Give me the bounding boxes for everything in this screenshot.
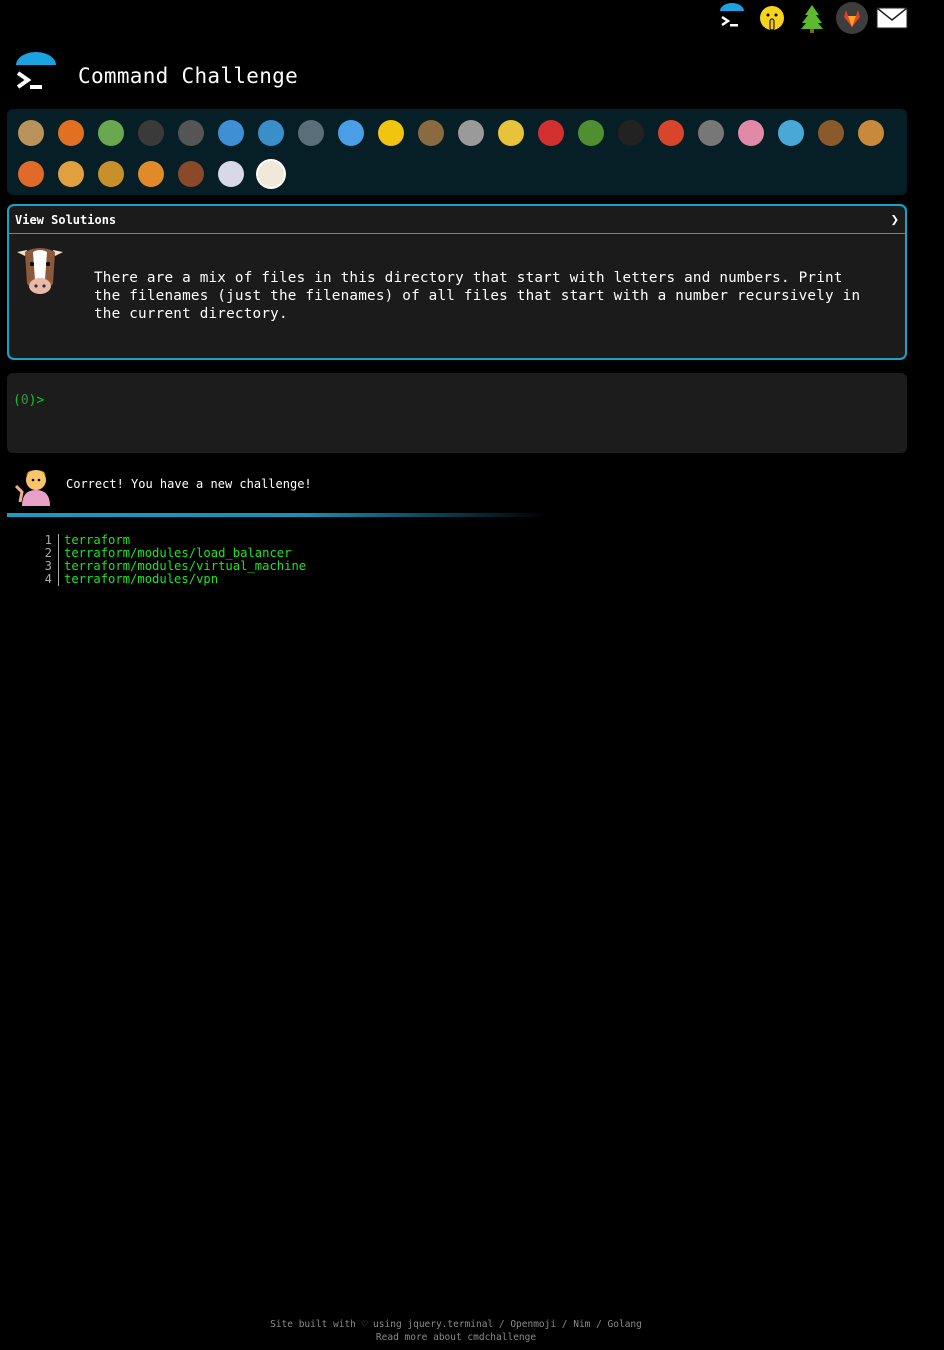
scorpion-icon-glyph — [658, 120, 684, 146]
gitlab-icon[interactable] — [836, 2, 868, 34]
bee-icon[interactable] — [491, 113, 531, 153]
line-text: terraform/modules/vpn — [64, 572, 219, 586]
header: Command Challenge — [12, 46, 298, 106]
blowfish-icon-glyph — [418, 120, 444, 146]
unicorn-icon-glyph — [218, 161, 244, 187]
progress-bar — [7, 513, 547, 517]
fish-icon-glyph — [338, 120, 364, 146]
tropical-fish-icon-glyph — [378, 120, 404, 146]
top-nav — [716, 0, 908, 36]
fly-icon-glyph — [698, 120, 724, 146]
unicorn-icon[interactable] — [211, 154, 251, 194]
spider-icon-glyph — [618, 120, 644, 146]
microbe-icon-glyph — [778, 120, 804, 146]
footer: Site built with ♡ using jquery.terminal … — [0, 1318, 912, 1344]
snail-icon[interactable] — [11, 113, 51, 153]
tree-icon[interactable] — [796, 2, 828, 34]
challenge-animal-strip — [7, 109, 907, 195]
line-number: 4 — [34, 573, 59, 586]
microbe-icon[interactable] — [771, 113, 811, 153]
tropical-fish-icon[interactable] — [371, 113, 411, 153]
terminal-prompt[interactable]: (0)> — [13, 393, 44, 408]
lion-icon[interactable] — [91, 154, 131, 194]
caterpillar-icon[interactable] — [91, 113, 131, 153]
cow-icon[interactable] — [251, 154, 291, 194]
monkey-icon-glyph — [818, 120, 844, 146]
prompt-open: ( — [13, 393, 21, 408]
worm-icon-glyph — [738, 120, 764, 146]
dolphin-icon-glyph — [298, 120, 324, 146]
challenge-panel: View Solutions ❯ There are a mix of file… — [7, 204, 907, 360]
bee-icon-glyph — [498, 120, 524, 146]
mail-icon[interactable] — [876, 2, 908, 34]
butterfly-icon[interactable] — [51, 113, 91, 153]
spider-web-icon[interactable] — [171, 113, 211, 153]
dog-icon-glyph — [858, 120, 884, 146]
prompt-count: 0 — [20, 393, 29, 408]
scorpion-icon[interactable] — [651, 113, 691, 153]
whale-icon[interactable] — [211, 113, 251, 153]
cow-icon-glyph — [258, 161, 284, 187]
ant-icon-glyph — [138, 120, 164, 146]
wolf-icon-glyph — [458, 120, 484, 146]
terminal-logo-icon[interactable] — [12, 51, 60, 101]
horse-icon-glyph — [178, 161, 204, 187]
tiger-icon[interactable] — [131, 154, 171, 194]
fox-icon-glyph — [18, 161, 44, 187]
fly-icon[interactable] — [691, 113, 731, 153]
cat-icon-glyph — [58, 161, 84, 187]
challenge-description: There are a mix of files in this directo… — [94, 270, 861, 322]
footer-about-link[interactable]: Read more about cmdchallenge — [0, 1331, 912, 1344]
page-title: Command Challenge — [78, 64, 299, 88]
wolf-icon[interactable] — [451, 113, 491, 153]
fox-icon[interactable] — [11, 154, 51, 194]
result-message: Correct! You have a new challenge! — [66, 477, 312, 491]
output-line: 4 terraform/modules/vpn — [34, 573, 306, 586]
horse-icon[interactable] — [171, 154, 211, 194]
footer-credits[interactable]: Site built with ♡ using jquery.terminal … — [0, 1318, 912, 1331]
prompt-close: )> — [28, 393, 45, 408]
cat-icon[interactable] — [51, 154, 91, 194]
whale-icon-glyph — [218, 120, 244, 146]
fish-icon[interactable] — [331, 113, 371, 153]
spider-icon[interactable] — [611, 113, 651, 153]
spider-web-icon-glyph — [178, 120, 204, 146]
view-solutions-label: View Solutions — [15, 212, 117, 227]
tiger-icon-glyph — [138, 161, 164, 187]
snail-icon-glyph — [18, 120, 44, 146]
terminal[interactable]: (0)> — [7, 373, 907, 453]
cow-icon — [15, 242, 65, 298]
command-output: 1 terraform 2 terraform/modules/load_balanc… — [34, 534, 306, 586]
chevron-right-icon[interactable]: ❯ — [891, 212, 899, 228]
shark-icon[interactable] — [251, 113, 291, 153]
shushing-face-icon[interactable] — [756, 2, 788, 34]
terminal-icon[interactable] — [716, 2, 748, 34]
cricket-icon[interactable] — [571, 113, 611, 153]
monkey-icon[interactable] — [811, 113, 851, 153]
cricket-icon-glyph — [578, 120, 604, 146]
dog-icon[interactable] — [851, 113, 891, 153]
ladybug-icon[interactable] — [531, 113, 571, 153]
fairy-icon — [14, 462, 58, 506]
view-solutions-toggle[interactable]: View Solutions ❯ — [9, 206, 905, 234]
dolphin-icon[interactable] — [291, 113, 331, 153]
butterfly-icon-glyph — [58, 120, 84, 146]
caterpillar-icon-glyph — [98, 120, 124, 146]
result-banner: Correct! You have a new challenge! — [14, 462, 312, 506]
ladybug-icon-glyph — [538, 120, 564, 146]
lion-icon-glyph — [98, 161, 124, 187]
ant-icon[interactable] — [131, 113, 171, 153]
shark-icon-glyph — [258, 120, 284, 146]
worm-icon[interactable] — [731, 113, 771, 153]
blowfish-icon[interactable] — [411, 113, 451, 153]
